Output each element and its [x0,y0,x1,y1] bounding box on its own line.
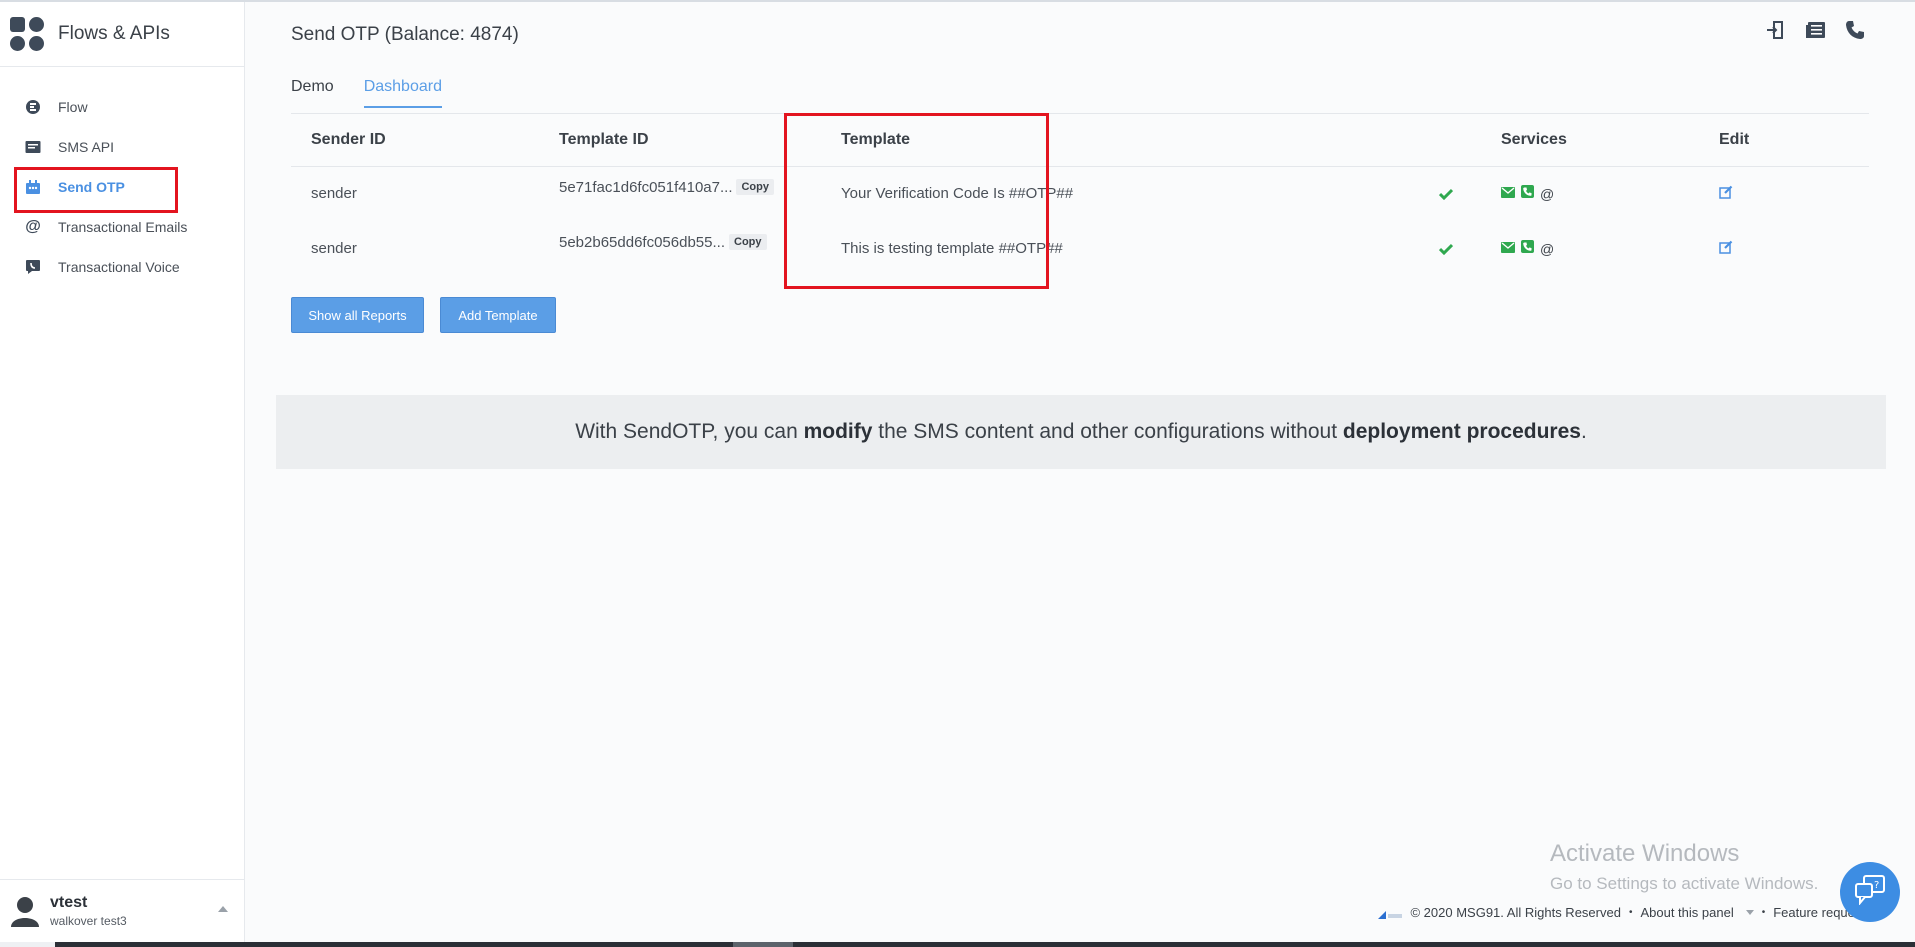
sidebar-item-label: SMS API [58,139,115,155]
sender-id-cell: sender [311,240,357,257]
email-icon [1501,185,1515,202]
template-cell: This is testing template ##OTP## [821,221,1481,276]
banner-text: With SendOTP, you can modify the SMS con… [575,420,1587,444]
about-panel-link[interactable]: About this panel [1640,905,1733,920]
banner-part: the SMS content and other configurations… [872,420,1343,443]
template-id-cell: 5e71fac1d6fc051f410a7... Copy [539,160,821,215]
sidebar: Flows & APIs Flow SMS API Send OTP @ Tra… [0,2,245,942]
user-name: vtest [50,894,88,911]
tab-demo[interactable]: Demo [291,78,334,108]
column-header-sender-id: Sender ID [291,114,539,167]
edit-icon[interactable] [1719,185,1733,203]
windows-watermark: Activate Windows Go to Settings to activ… [1550,840,1818,894]
add-template-button[interactable]: Add Template [440,297,556,333]
brand-header: Flows & APIs [0,2,244,67]
services-group: @ [1501,185,1554,202]
tab-bar: Demo Dashboard [291,78,442,108]
app-root: Flows & APIs Flow SMS API Send OTP @ Tra… [0,0,1915,947]
column-header-template-id: Template ID [539,114,821,167]
sidebar-item-send-otp[interactable]: Send OTP [0,167,244,213]
help-chat-button[interactable]: ? [1840,862,1900,922]
column-header-edit: Edit [1699,114,1869,167]
separator-dot: • [1761,907,1766,918]
at-service-icon: @ [1540,185,1555,202]
template-id-value: 5eb2b65dd6fc056db55... [559,234,725,251]
table-row: sender 5e71fac1d6fc051f410a7... Copy Your… [291,166,1869,221]
send-otp-icon [24,178,42,196]
sidebar-item-label: Flow [58,99,88,115]
caret-up-icon[interactable] [218,906,228,912]
phone-square-icon [1521,185,1534,202]
check-icon [1438,242,1454,259]
banner-part: With SendOTP, you can [575,420,804,443]
phone-icon[interactable] [1845,20,1865,40]
edit-cell [1699,166,1869,221]
chat-help-icon: ? [1854,874,1886,910]
user-menu[interactable]: vtest walkover test3 [0,879,244,942]
flow-icon [24,98,42,116]
edit-cell [1699,221,1869,276]
template-id-value: 5e71fac1d6fc051f410a7... [559,179,733,197]
template-cell: Your Verification Code Is ##OTP## [821,166,1481,221]
sidebar-item-flow[interactable]: Flow [0,87,244,127]
user-info: vtest walkover test3 [50,894,127,928]
banner-bold: modify [803,420,873,443]
banner-bold: deployment procedures [1342,420,1581,443]
services-cell: @ [1481,221,1699,276]
watermark-title: Activate Windows [1550,840,1740,867]
sidebar-item-sms-api[interactable]: SMS API [0,127,244,167]
sidebar-item-label: Transactional Emails [58,219,188,235]
copyright-text: © 2020 MSG91. All Rights Reserved [1410,905,1621,920]
main-content: Send OTP (Balance: 4874) Demo Dashboard [246,2,1915,942]
phone-square-icon [1521,240,1534,257]
table-header-row: Sender ID Template ID Template Services … [291,114,1869,167]
chevron-down-icon[interactable] [1745,910,1754,915]
sidebar-nav: Flow SMS API Send OTP @ Transactional Em… [0,67,244,287]
svg-text:?: ? [1874,880,1879,891]
user-avatar-icon [10,895,40,927]
user-org: walkover test3 [50,914,127,928]
email-icon [1501,240,1515,257]
edit-icon[interactable] [1719,240,1733,258]
watermark-subtitle: Go to Settings to activate Windows. [1550,874,1819,893]
docs-icon[interactable] [1805,20,1825,40]
check-icon [1438,187,1454,204]
voice-icon [24,258,42,276]
info-banner: With SendOTP, you can modify the SMS con… [276,395,1886,469]
sidebar-item-label: Transactional Voice [58,259,180,275]
apps-grid-icon[interactable] [10,17,44,51]
sidebar-item-transactional-emails[interactable]: @ Transactional Emails [0,207,244,247]
footer: © 2020 MSG91. All Rights Reserved • Abou… [1378,905,1865,920]
msg91-logo-icon [1378,908,1403,919]
at-icon: @ [25,218,41,235]
sidebar-item-label: Send OTP [58,179,125,195]
tab-dashboard[interactable]: Dashboard [363,78,442,108]
services-group: @ [1501,240,1554,257]
templates-table: Sender ID Template ID Template Services … [291,114,1869,276]
services-cell: @ [1481,166,1699,221]
at-service-icon: @ [1540,240,1555,257]
sidebar-title: Flows & APIs [58,23,170,44]
taskbar-strip [0,942,1915,947]
template-id-cell: 5eb2b65dd6fc056db55... Copy [539,215,821,270]
sender-id-cell: sender [311,185,357,203]
show-all-reports-button[interactable]: Show all Reports [291,297,424,333]
sidebar-item-transactional-voice[interactable]: Transactional Voice [0,247,244,287]
template-text: This is testing template ##OTP## [841,240,1063,257]
banner-part: . [1580,420,1587,443]
page-title: Send OTP (Balance: 4874) [291,24,519,45]
sms-api-icon [24,138,42,156]
column-header-services: Services [1481,114,1699,167]
copy-button[interactable]: Copy [736,179,774,196]
separator-dot: • [1628,907,1633,918]
copy-button[interactable]: Copy [729,234,767,250]
table-row: sender 5eb2b65dd6fc056db55... Copy This i… [291,221,1869,276]
login-icon[interactable] [1765,20,1785,40]
column-header-template: Template [821,114,1481,167]
header-actions [1765,20,1865,40]
template-text: Your Verification Code Is ##OTP## [841,185,1074,203]
